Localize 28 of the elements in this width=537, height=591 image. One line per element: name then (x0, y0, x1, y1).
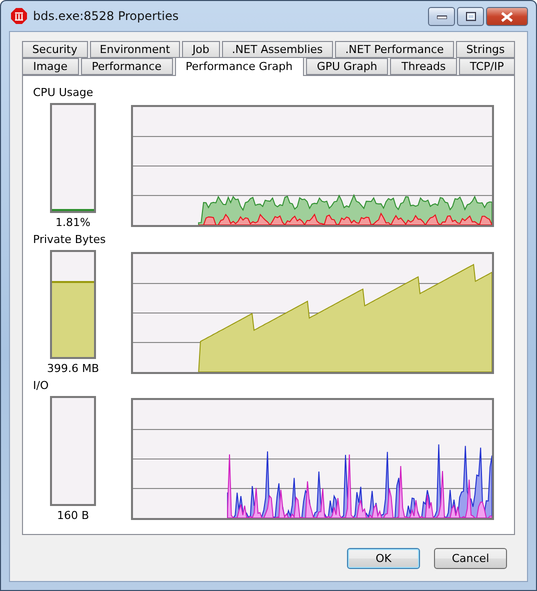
tab[interactable]: GPU Graph (306, 58, 388, 75)
minimize-icon (436, 14, 446, 18)
tab[interactable]: Performance (80, 58, 173, 75)
tab[interactable]: TCP/IP (458, 58, 515, 75)
tab[interactable]: Threads (390, 58, 457, 75)
meter-reading: 399.6 MB (46, 362, 100, 376)
window-title: bds.exe:8528 Properties (33, 9, 180, 23)
maximize-button[interactable] (457, 7, 484, 26)
cancel-button[interactable]: Cancel (434, 548, 507, 568)
tab[interactable]: Performance Graph (174, 57, 304, 76)
tab[interactable]: .NET Assemblies (222, 41, 333, 58)
minimize-button[interactable] (428, 7, 455, 26)
section-label: Private Bytes (33, 232, 107, 246)
meter-reading: 160 B (56, 509, 90, 522)
tab[interactable]: Job (182, 41, 220, 58)
tab[interactable]: Strings (456, 41, 515, 58)
close-icon (501, 12, 513, 22)
meter-reading: 1.81% (56, 216, 90, 229)
ok-button[interactable]: OK (347, 548, 420, 568)
app-icon (11, 8, 27, 24)
section-label: I/O (33, 379, 50, 392)
maximize-icon (466, 12, 476, 21)
section-label: CPU Usage (33, 86, 94, 99)
close-button[interactable] (486, 7, 528, 26)
tab[interactable]: Security (22, 41, 88, 58)
tab[interactable]: .NET Performance (334, 41, 454, 58)
tab[interactable]: Environment (90, 41, 180, 58)
tab[interactable]: Image (22, 58, 79, 75)
